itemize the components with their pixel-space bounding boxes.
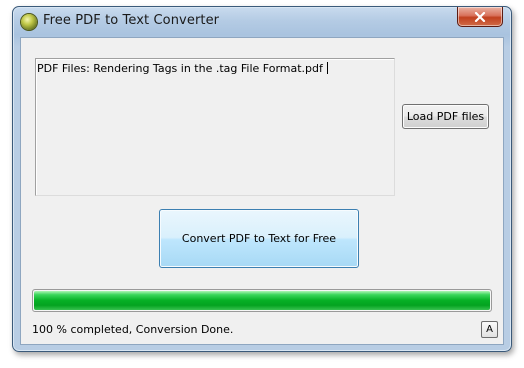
progress-fill [34, 291, 490, 310]
text-caret [326, 62, 328, 74]
pdf-file-list[interactable]: PDF Files: Rendering Tags in the .tag Fi… [35, 58, 395, 196]
app-window: Free PDF to Text Converter PDF Files: Re… [12, 6, 512, 352]
app-orb-icon [21, 14, 37, 30]
file-list-entry: PDF Files: Rendering Tags in the .tag Fi… [37, 62, 328, 75]
close-button[interactable] [457, 7, 503, 27]
status-text: 100 % completed, Conversion Done. [32, 323, 234, 336]
load-pdf-files-button[interactable]: Load PDF files [402, 104, 489, 129]
progress-bar [32, 289, 492, 312]
title-bar[interactable]: Free PDF to Text Converter [13, 7, 511, 37]
window-title: Free PDF to Text Converter [43, 13, 220, 28]
file-list-text: PDF Files: Rendering Tags in the .tag Fi… [37, 62, 323, 75]
close-x-icon [474, 11, 486, 22]
font-a-button[interactable]: A [481, 321, 498, 338]
convert-button[interactable]: Convert PDF to Text for Free [159, 209, 359, 268]
client-area: PDF Files: Rendering Tags in the .tag Fi… [20, 37, 504, 345]
